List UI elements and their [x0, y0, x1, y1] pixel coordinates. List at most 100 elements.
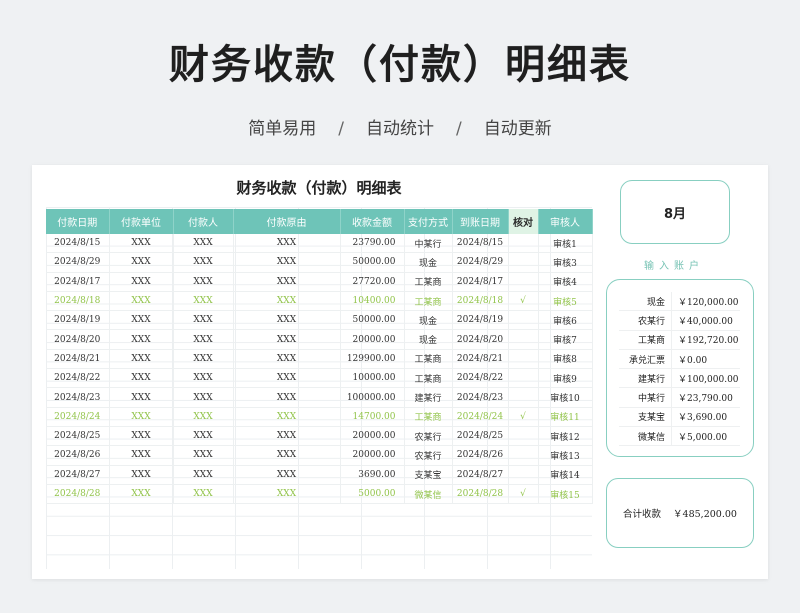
payer-cell[interactable]: XXX — [173, 272, 234, 292]
payer-cell[interactable]: XXX — [173, 310, 234, 331]
reason-cell[interactable]: XXX — [233, 368, 341, 389]
arrive-cell[interactable]: 2024/8/22 — [452, 368, 509, 389]
table-row[interactable]: 2024/8/23 XXX XXX XXX 100000.00 建某行 2024/8/23 审… — [46, 387, 593, 408]
check-cell[interactable] — [508, 272, 539, 292]
method-cell[interactable]: 微某信 — [404, 484, 453, 505]
payer-cell[interactable]: XXX — [173, 291, 234, 312]
amount-cell[interactable]: 50000.00 — [340, 310, 405, 331]
reason-cell[interactable]: XXX — [233, 291, 341, 312]
reason-cell[interactable]: XXX — [233, 445, 341, 466]
amount-cell[interactable]: 100000.00 — [340, 387, 405, 408]
date-cell[interactable]: 2024/8/23 — [46, 387, 110, 408]
unit-cell[interactable]: XXX — [109, 349, 174, 370]
col-header-unit[interactable]: 付款单位 — [109, 209, 174, 234]
table-row[interactable]: 2024/8/24 XXX XXX XXX 14700.00 工某商 2024/8/24 √ 审… — [46, 407, 593, 427]
check-cell[interactable] — [508, 252, 539, 273]
payer-cell[interactable]: XXX — [173, 349, 234, 370]
payer-cell[interactable]: XXX — [173, 407, 234, 427]
reason-cell[interactable]: XXX — [233, 407, 341, 427]
arrive-cell[interactable]: 2024/8/27 — [452, 465, 509, 485]
arrive-cell[interactable]: 2024/8/29 — [452, 252, 509, 273]
arrive-cell[interactable]: 2024/8/15 — [452, 234, 509, 254]
unit-cell[interactable]: XXX — [109, 407, 174, 427]
check-cell[interactable] — [508, 349, 539, 370]
date-cell[interactable]: 2024/8/20 — [46, 329, 110, 350]
method-cell[interactable]: 现金 — [404, 329, 453, 350]
check-cell[interactable]: √ — [508, 484, 539, 505]
unit-cell[interactable]: XXX — [109, 426, 174, 447]
check-cell[interactable] — [508, 387, 539, 408]
arrive-cell[interactable]: 2024/8/20 — [452, 329, 509, 350]
table-row[interactable]: 2024/8/26 XXX XXX XXX 20000.00 农某行 2024/8/26 审核… — [46, 445, 593, 466]
amount-cell[interactable]: 20000.00 — [340, 329, 405, 350]
method-cell[interactable]: 现金 — [404, 252, 453, 273]
check-cell[interactable] — [508, 426, 539, 447]
method-cell[interactable]: 工某商 — [404, 368, 453, 389]
arrive-cell[interactable]: 2024/8/19 — [452, 310, 509, 331]
amount-cell[interactable]: 20000.00 — [340, 426, 405, 447]
check-cell[interactable]: √ — [508, 407, 539, 427]
method-cell[interactable]: 工某商 — [404, 272, 453, 292]
date-cell[interactable]: 2024/8/29 — [46, 252, 110, 273]
method-cell[interactable]: 农某行 — [404, 426, 453, 447]
amount-cell[interactable]: 3690.00 — [340, 465, 405, 485]
payer-cell[interactable]: XXX — [173, 484, 234, 505]
reviewer-cell[interactable]: 审核8 — [538, 349, 593, 370]
arrive-cell[interactable]: 2024/8/28 — [452, 484, 509, 505]
table-row[interactable]: 2024/8/20 XXX XXX XXX 20000.00 现金 2024/8/20 审核7 — [46, 329, 593, 350]
payer-cell[interactable]: XXX — [173, 329, 234, 350]
table-row[interactable]: 2024/8/18 XXX XXX XXX 10400.00 工某商 2024/8/18 √ 审… — [46, 291, 593, 312]
date-cell[interactable]: 2024/8/21 — [46, 349, 110, 370]
amount-cell[interactable]: 10000.00 — [340, 368, 405, 389]
month-box[interactable]: 8月 — [620, 180, 730, 244]
reviewer-cell[interactable]: 审核10 — [538, 387, 593, 408]
reason-cell[interactable]: XXX — [233, 234, 341, 254]
reviewer-cell[interactable]: 审核6 — [538, 310, 593, 331]
unit-cell[interactable]: XXX — [109, 387, 174, 408]
amount-cell[interactable]: 129900.00 — [340, 349, 405, 370]
payer-cell[interactable]: XXX — [173, 465, 234, 485]
unit-cell[interactable]: XXX — [109, 329, 174, 350]
col-header-reviewer[interactable]: 审核人 — [538, 209, 593, 234]
amount-cell[interactable]: 27720.00 — [340, 272, 405, 292]
date-cell[interactable]: 2024/8/22 — [46, 368, 110, 389]
date-cell[interactable]: 2024/8/27 — [46, 465, 110, 485]
reason-cell[interactable]: XXX — [233, 329, 341, 350]
reviewer-cell[interactable]: 审核4 — [538, 272, 593, 292]
check-cell[interactable] — [508, 368, 539, 389]
reviewer-cell[interactable]: 审核3 — [538, 252, 593, 273]
col-header-check[interactable]: 核对 — [508, 209, 539, 234]
unit-cell[interactable]: XXX — [109, 445, 174, 466]
col-header-amount[interactable]: 收款金额 — [340, 209, 405, 234]
arrive-cell[interactable]: 2024/8/25 — [452, 426, 509, 447]
date-cell[interactable]: 2024/8/25 — [46, 426, 110, 447]
date-cell[interactable]: 2024/8/17 — [46, 272, 110, 292]
amount-cell[interactable]: 14700.00 — [340, 407, 405, 427]
check-cell[interactable] — [508, 234, 539, 254]
arrive-cell[interactable]: 2024/8/23 — [452, 387, 509, 408]
reason-cell[interactable]: XXX — [233, 484, 341, 505]
unit-cell[interactable]: XXX — [109, 465, 174, 485]
unit-cell[interactable]: XXX — [109, 484, 174, 505]
reviewer-cell[interactable]: 审核7 — [538, 329, 593, 350]
method-cell[interactable]: 支某宝 — [404, 465, 453, 485]
reviewer-cell[interactable]: 审核1 — [538, 234, 593, 254]
table-row[interactable]: 2024/8/28 XXX XXX XXX 5000.00 微某信 2024/8/28 √ 审核… — [46, 484, 593, 505]
amount-cell[interactable]: 10400.00 — [340, 291, 405, 312]
date-cell[interactable]: 2024/8/19 — [46, 310, 110, 331]
reviewer-cell[interactable]: 审核9 — [538, 368, 593, 389]
reason-cell[interactable]: XXX — [233, 252, 341, 273]
date-cell[interactable]: 2024/8/26 — [46, 445, 110, 466]
payer-cell[interactable]: XXX — [173, 368, 234, 389]
reason-cell[interactable]: XXX — [233, 387, 341, 408]
payer-cell[interactable]: XXX — [173, 445, 234, 466]
reason-cell[interactable]: XXX — [233, 426, 341, 447]
check-cell[interactable] — [508, 310, 539, 331]
payer-cell[interactable]: XXX — [173, 252, 234, 273]
unit-cell[interactable]: XXX — [109, 272, 174, 292]
method-cell[interactable]: 建某行 — [404, 387, 453, 408]
table-row[interactable]: 2024/8/27 XXX XXX XXX 3690.00 支某宝 2024/8/27 审核1… — [46, 465, 593, 485]
method-cell[interactable]: 工某商 — [404, 407, 453, 427]
check-cell[interactable] — [508, 329, 539, 350]
unit-cell[interactable]: XXX — [109, 234, 174, 254]
